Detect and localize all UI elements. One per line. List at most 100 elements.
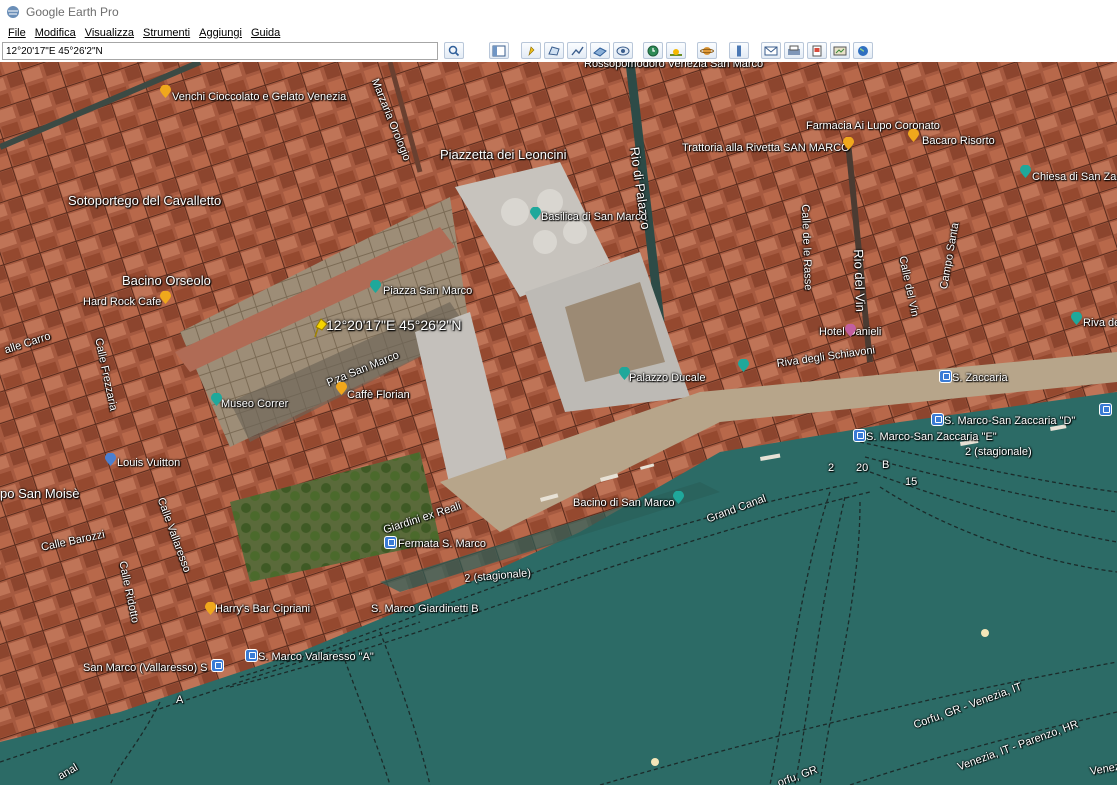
- sidebar-icon: [492, 45, 506, 56]
- search-button[interactable]: [444, 42, 464, 59]
- sunlight-button[interactable]: [666, 42, 686, 59]
- transit-label[interactable]: S. Zaccaria: [952, 372, 1008, 384]
- street-label: Sotoportego del Cavalletto: [68, 193, 222, 208]
- poi-label[interactable]: Basilica di San Marco: [541, 211, 647, 223]
- poi-label[interactable]: Hard Rock Cafe: [83, 296, 161, 308]
- record-tour-button[interactable]: [613, 42, 633, 59]
- add-overlay-button[interactable]: [590, 42, 610, 59]
- poi-label[interactable]: Trattoria alla Rivetta SAN MARCO: [682, 142, 850, 154]
- print-icon: [788, 45, 800, 55]
- ferry-stop-icon[interactable]: [853, 429, 866, 442]
- attraction-pin-icon[interactable]: [1071, 312, 1082, 325]
- route-label: 2: [828, 462, 835, 474]
- place-label: po San Moisè: [0, 486, 80, 501]
- ferry-stop-icon[interactable]: [245, 649, 258, 662]
- shop-pin-icon[interactable]: [105, 453, 116, 466]
- map-view[interactable]: Rossopomodoro Venezia San Marco Venchi C…: [0, 62, 1117, 785]
- route-label: A: [176, 694, 184, 706]
- route-label: B: [882, 459, 890, 471]
- toolbar: [0, 41, 1117, 63]
- polygon-icon: [548, 45, 560, 56]
- hotel-pin-icon[interactable]: [845, 324, 856, 337]
- transit-label[interactable]: San Marco (Vallaresso) S: [83, 662, 208, 674]
- restaurant-pin-icon[interactable]: [843, 137, 854, 150]
- transit-label[interactable]: Fermata S. Marco: [398, 538, 486, 550]
- save-image-button[interactable]: [807, 42, 827, 59]
- route-label: 20: [856, 462, 869, 474]
- add-placemark-button[interactable]: [521, 42, 541, 59]
- maps-icon: [833, 46, 847, 55]
- transit-label[interactable]: S. Marco-San Zaccaria "E": [866, 431, 997, 443]
- attraction-pin-icon[interactable]: [1020, 165, 1031, 178]
- search-input[interactable]: [2, 42, 438, 60]
- poi-label[interactable]: Palazzo Ducale: [629, 372, 705, 384]
- transit-label[interactable]: S. Marco Giardinetti B: [371, 603, 479, 615]
- ruler-button[interactable]: [729, 42, 749, 59]
- poi-label[interactable]: Rossopomodoro Venezia San Marco: [584, 62, 763, 70]
- ferry-stop-icon[interactable]: [211, 659, 224, 672]
- restaurant-pin-icon[interactable]: [160, 85, 171, 98]
- menu-file[interactable]: File: [4, 27, 31, 39]
- path-icon: [571, 46, 584, 55]
- email-icon: [764, 46, 778, 55]
- planets-button[interactable]: [697, 42, 717, 59]
- poi-label[interactable]: Bacino di San Marco: [573, 497, 675, 509]
- print-button[interactable]: [784, 42, 804, 59]
- poi-label[interactable]: Bacaro Risorto: [922, 135, 995, 147]
- title-bar: Google Earth Pro: [0, 0, 1117, 24]
- earth-button[interactable]: [853, 42, 873, 59]
- restaurant-pin-icon[interactable]: [160, 291, 171, 304]
- attraction-pin-icon[interactable]: [673, 491, 684, 504]
- search-icon: [448, 45, 460, 56]
- poi-label[interactable]: Venchi Cioccolato e Gelato Venezia: [172, 91, 346, 103]
- ferry-stop-icon[interactable]: [384, 536, 397, 549]
- google-earth-icon: [7, 6, 19, 18]
- placemark-label[interactable]: 12°20'17"E 45°26'2"N: [326, 317, 461, 333]
- attraction-pin-icon[interactable]: [619, 367, 630, 380]
- menu-help[interactable]: Guida: [247, 27, 285, 39]
- route-label: 15: [905, 476, 918, 488]
- poi-label[interactable]: Museo Correr: [221, 398, 288, 410]
- email-button[interactable]: [761, 42, 781, 59]
- menu-tools[interactable]: Strumenti: [139, 27, 195, 39]
- window-title: Google Earth Pro: [26, 5, 119, 19]
- ferry-stop-icon[interactable]: [1099, 403, 1112, 416]
- ferry-stop-icon[interactable]: [931, 413, 944, 426]
- menu-add[interactable]: Aggiungi: [195, 27, 247, 39]
- save-image-icon: [812, 45, 822, 56]
- overlay-icon: [593, 46, 607, 57]
- restaurant-pin-icon[interactable]: [205, 602, 216, 615]
- ferry-stop-icon[interactable]: [939, 370, 952, 383]
- placemark-icon: [528, 45, 535, 56]
- history-icon: [647, 45, 659, 56]
- add-polygon-button[interactable]: [544, 42, 564, 59]
- poi-label[interactable]: Harry's Bar Cipriani: [215, 603, 310, 615]
- restaurant-pin-icon[interactable]: [336, 382, 347, 395]
- attraction-pin-icon[interactable]: [211, 393, 222, 406]
- earth-icon: [858, 45, 868, 56]
- place-label: Bacino Orseolo: [122, 273, 211, 288]
- place-label: Piazzetta dei Leoncini: [440, 147, 567, 162]
- poi-label[interactable]: Chiesa di San Zac: [1032, 171, 1117, 183]
- transit-label[interactable]: S. Marco-San Zaccaria "D": [944, 415, 1075, 427]
- planets-icon: [700, 46, 714, 55]
- menu-edit[interactable]: Modifica: [31, 27, 81, 39]
- menu-view[interactable]: Visualizza: [81, 27, 139, 39]
- ruler-icon: [737, 45, 741, 56]
- restaurant-pin-icon[interactable]: [908, 129, 919, 142]
- tour-icon: [616, 46, 630, 55]
- street-label: Riva de: [1083, 317, 1117, 329]
- sidebar-toggle-button[interactable]: [489, 42, 509, 59]
- poi-label[interactable]: Louis Vuitton: [117, 457, 180, 469]
- view-in-maps-button[interactable]: [830, 42, 850, 59]
- menu-bar: File Modifica Visualizza Strumenti Aggiu…: [0, 24, 1117, 41]
- poi-label[interactable]: Piazza San Marco: [383, 285, 472, 297]
- historical-imagery-button[interactable]: [643, 42, 663, 59]
- attraction-pin-icon[interactable]: [738, 359, 749, 372]
- poi-label[interactable]: Farmacia Ai Lupo Coronato: [806, 120, 940, 132]
- transit-label[interactable]: S. Marco Vallaresso "A": [258, 651, 374, 663]
- add-path-button[interactable]: [567, 42, 587, 59]
- attraction-pin-icon[interactable]: [370, 280, 381, 293]
- attraction-pin-icon[interactable]: [530, 207, 541, 220]
- poi-label[interactable]: Caffè Florian: [347, 389, 410, 401]
